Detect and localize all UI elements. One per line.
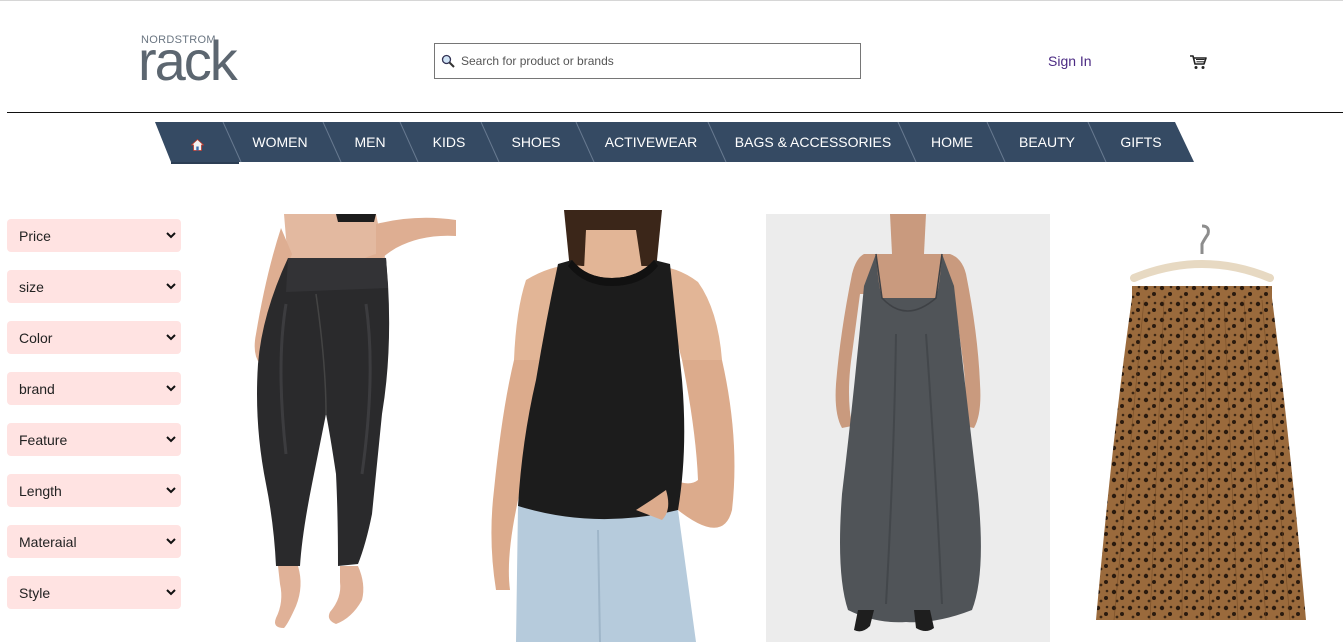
filter-label: Feature bbox=[19, 432, 68, 448]
filter-label: size bbox=[19, 279, 44, 295]
filter-color[interactable]: Color bbox=[7, 321, 181, 354]
cart-icon[interactable] bbox=[1189, 54, 1207, 70]
filter-feature[interactable]: Feature bbox=[7, 423, 181, 456]
nav-beauty[interactable]: BEAUTY bbox=[1011, 122, 1083, 162]
filter-style[interactable]: Style bbox=[7, 576, 181, 609]
top-divider bbox=[0, 0, 1343, 1]
sign-in-link[interactable]: Sign In bbox=[1048, 53, 1092, 69]
nav-bags-accessories[interactable]: BAGS & ACCESSORIES bbox=[731, 122, 895, 162]
brand-logo[interactable]: NORDSTROM rack bbox=[138, 29, 250, 92]
filter-price[interactable]: Price bbox=[7, 219, 181, 252]
product-image-leggings[interactable] bbox=[226, 214, 456, 642]
filter-brand[interactable]: brand bbox=[7, 372, 181, 405]
filter-label: brand bbox=[19, 381, 55, 397]
nav-gifts[interactable]: GIFTS bbox=[1111, 122, 1171, 162]
product-image-maxi-dress[interactable] bbox=[766, 214, 1050, 642]
filter-material[interactable]: Materaial bbox=[7, 525, 181, 558]
search-input[interactable] bbox=[461, 44, 857, 78]
chevron-down-icon bbox=[166, 436, 176, 443]
nav-home[interactable]: HOME bbox=[921, 122, 983, 162]
filter-label: Materaial bbox=[19, 534, 77, 550]
product-image-tank-top[interactable] bbox=[486, 210, 742, 642]
chevron-down-icon bbox=[166, 232, 176, 239]
nav-women[interactable]: WOMEN bbox=[245, 122, 315, 162]
filter-length[interactable]: Length bbox=[7, 474, 181, 507]
product-image-leopard-skirt[interactable] bbox=[1094, 220, 1308, 630]
home-icon[interactable] bbox=[191, 139, 204, 151]
logo-wordmark: rack bbox=[138, 29, 238, 92]
search-icon bbox=[441, 54, 455, 68]
chevron-down-icon bbox=[166, 487, 176, 494]
chevron-down-icon bbox=[166, 589, 176, 596]
nav-shoes[interactable]: SHOES bbox=[503, 122, 569, 162]
header-divider bbox=[7, 112, 1343, 113]
nav-activewear[interactable]: ACTIVEWEAR bbox=[599, 122, 703, 162]
chevron-down-icon bbox=[166, 538, 176, 545]
filter-label: Color bbox=[19, 330, 53, 346]
chevron-down-icon bbox=[166, 334, 176, 341]
chevron-down-icon bbox=[166, 385, 176, 392]
main-nav: WOMEN MEN KIDS SHOES ACTIVEWEAR BAGS & A… bbox=[155, 122, 1194, 164]
search-bar[interactable] bbox=[434, 43, 861, 79]
filter-size[interactable]: size bbox=[7, 270, 181, 303]
nav-men[interactable]: MEN bbox=[345, 122, 395, 162]
chevron-down-icon bbox=[166, 283, 176, 290]
nav-kids[interactable]: KIDS bbox=[423, 122, 475, 162]
filter-label: Length bbox=[19, 483, 62, 499]
filter-label: Style bbox=[19, 585, 51, 601]
filter-label: Price bbox=[19, 228, 51, 244]
